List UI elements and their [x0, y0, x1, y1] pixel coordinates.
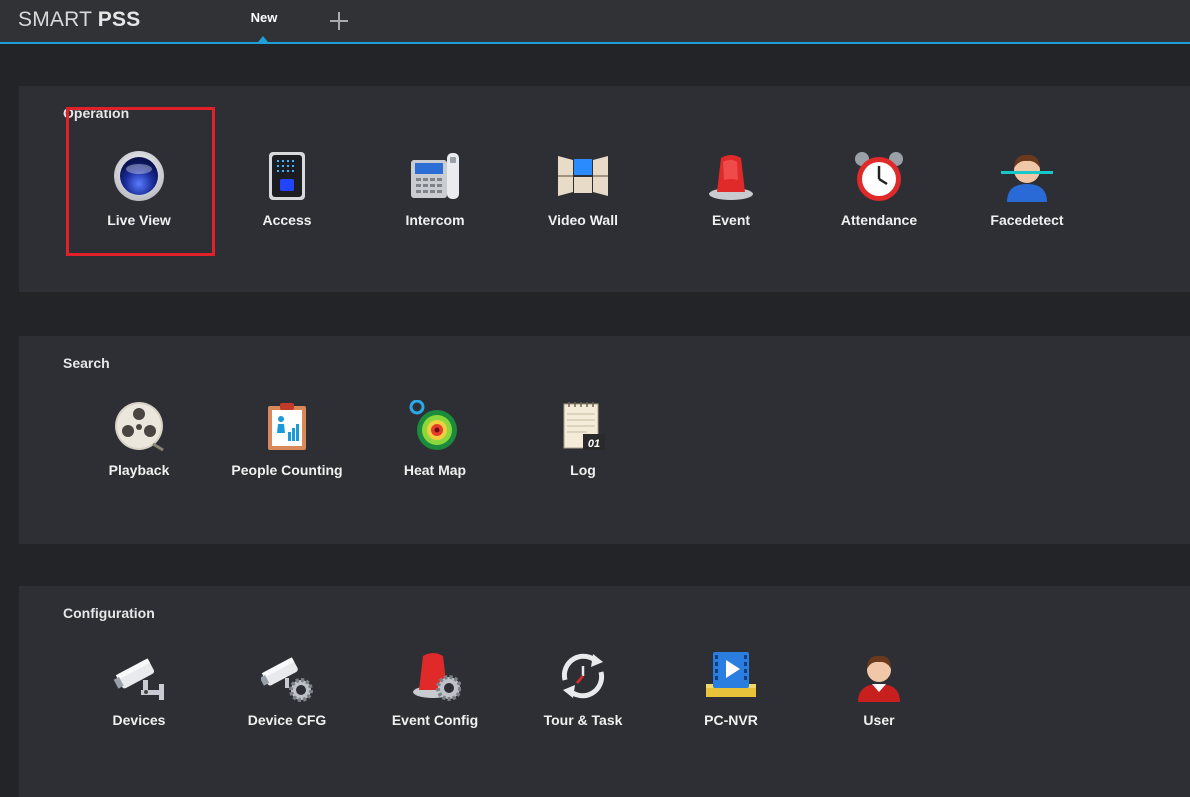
tile-heat-map[interactable]: Heat Map — [361, 396, 509, 506]
camera-lens-icon — [113, 150, 165, 202]
alarm-siren-icon — [705, 150, 757, 202]
active-tab-indicator — [258, 36, 268, 42]
tile-event[interactable]: Event — [657, 146, 805, 256]
tile-facedetect[interactable]: Facedetect — [953, 146, 1101, 256]
tab-new-label: New — [250, 10, 278, 25]
tile-people-counting[interactable]: People Counting — [213, 396, 361, 506]
tile-access[interactable]: Access — [213, 146, 361, 256]
tile-devices[interactable]: Devices — [65, 646, 213, 756]
top-bar: SMART PSS New — [0, 0, 1190, 44]
tile-pc-nvr[interactable]: PC-NVR — [657, 646, 805, 756]
tile-device-cfg[interactable]: Device CFG — [213, 646, 361, 756]
face-scan-icon — [1001, 150, 1053, 202]
siren-gear-icon — [409, 650, 462, 702]
tile-live-view[interactable]: Live View — [65, 146, 213, 256]
tile-label: Attendance — [840, 212, 918, 228]
tour-clock-icon — [557, 650, 609, 702]
tile-label: People Counting — [231, 462, 343, 478]
cctv-camera-icon — [113, 650, 165, 702]
brand-text-bold: PSS — [97, 8, 141, 31]
section-title-configuration: Configuration — [63, 605, 155, 621]
tile-label: Log — [570, 462, 596, 478]
tile-intercom[interactable]: Intercom — [361, 146, 509, 256]
tile-label: Access — [262, 212, 312, 228]
tile-label: Intercom — [405, 212, 465, 228]
tile-tour-task[interactable]: Tour & Task — [509, 646, 657, 756]
video-wall-icon — [557, 150, 609, 202]
tile-label: Video Wall — [547, 212, 618, 228]
tile-video-wall[interactable]: Video Wall — [509, 146, 657, 256]
access-terminal-icon — [261, 150, 313, 202]
operation-panel: Operation Live View Access Intercom Vide… — [19, 86, 1190, 292]
people-counting-icon — [261, 400, 313, 452]
tile-log[interactable]: 01 Log — [509, 396, 657, 506]
pc-nvr-icon — [705, 650, 757, 702]
heat-map-icon — [409, 399, 461, 452]
film-reel-icon — [113, 400, 165, 452]
tile-event-config[interactable]: Event Config — [361, 646, 509, 756]
tile-label: Facedetect — [990, 212, 1064, 228]
user-icon — [853, 650, 905, 702]
tile-playback[interactable]: Playback — [65, 396, 213, 506]
configuration-panel: Configuration Devices Device CFG Event C… — [19, 586, 1190, 797]
log-notepad-icon: 01 — [557, 400, 609, 452]
section-title-search: Search — [63, 355, 110, 371]
tile-label: Event Config — [391, 712, 479, 728]
log-date-text: 01 — [588, 438, 600, 450]
plus-icon[interactable] — [326, 8, 352, 34]
section-title-operation: Operation — [63, 105, 130, 121]
tile-label: Tour & Task — [543, 712, 623, 728]
brand-text-light: SMART — [18, 8, 98, 31]
tile-label: Heat Map — [403, 462, 467, 478]
app-logo: SMART PSS — [18, 8, 140, 32]
tile-label: Event — [711, 212, 751, 228]
tab-new[interactable]: New — [236, 0, 292, 42]
tile-label: PC-NVR — [704, 712, 758, 728]
tile-label: Device CFG — [247, 712, 327, 728]
alarm-clock-icon — [853, 150, 905, 202]
intercom-phone-icon — [409, 150, 461, 202]
tile-user[interactable]: User — [805, 646, 953, 756]
tile-label: User — [863, 712, 895, 728]
search-panel: Search Playback People Counting Heat Map… — [19, 336, 1190, 544]
tile-label: Playback — [108, 462, 170, 478]
camera-gear-icon — [259, 650, 313, 702]
tile-attendance[interactable]: Attendance — [805, 146, 953, 256]
tile-label: Live View — [107, 212, 171, 228]
tile-label: Devices — [112, 712, 166, 728]
